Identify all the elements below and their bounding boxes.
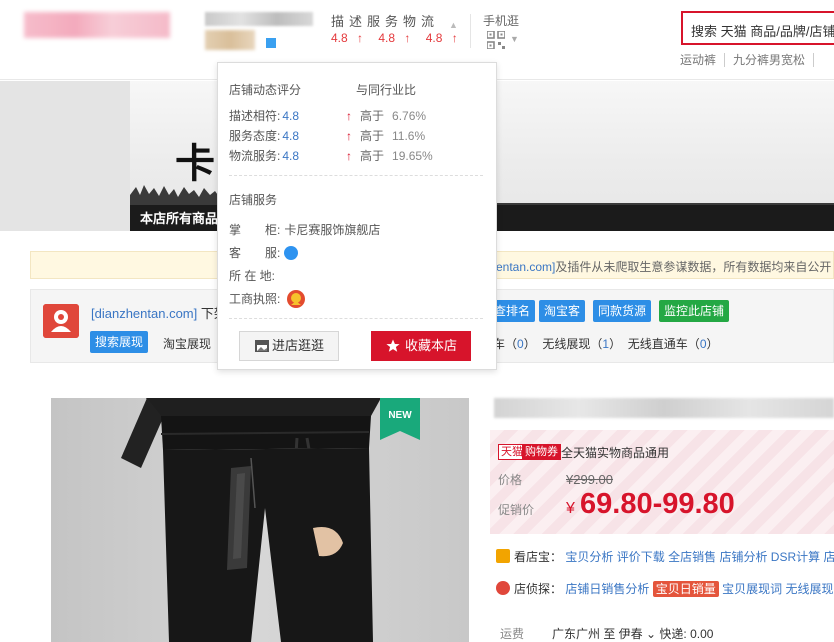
star-icon — [386, 339, 400, 352]
dsr-score-logistics: 4.8 ↑ — [425, 31, 458, 45]
arrow-up-icon: ↑ — [401, 31, 411, 45]
same-source-button[interactable]: 同款货源 — [593, 300, 652, 322]
kandianbao-icon — [496, 549, 510, 563]
monitor-store-button[interactable]: 监控此店铺 — [659, 300, 730, 322]
visit-store-button[interactable]: 进店逛逛 — [239, 331, 339, 361]
license-row: 工商执照: — [229, 289, 306, 309]
shipping-destination[interactable]: 广东广州 至 伊春 — [552, 627, 643, 641]
sale-price-label: 促销价 — [498, 503, 535, 517]
coupon-description: 全天猫实物商品通用 — [561, 446, 670, 460]
compare-row-service: ↑ 高于 11.6% — [346, 129, 426, 143]
rating-row-logistics: 物流服务: 4.8 — [229, 149, 300, 163]
taobao-exposure-label: 淘宝展现（ — [163, 337, 224, 351]
kandianbao-link[interactable]: 店铺分析 — [719, 550, 767, 564]
diandetective-link[interactable]: 无线展现 — [785, 582, 833, 596]
kandianbao-link[interactable]: 宝贝分析 — [565, 550, 613, 564]
plugin-logo-icon[interactable] — [43, 304, 79, 338]
chevron-down-icon[interactable]: ▼ — [510, 34, 519, 44]
mobile-browse-label[interactable]: 手机逛 — [483, 12, 519, 29]
daily-sales-link[interactable]: 宝贝日销量 — [652, 581, 719, 597]
customer-service-row: 客 服: — [229, 244, 299, 261]
product-title-blurred[interactable] — [494, 398, 834, 418]
diandetective-link[interactable]: 店铺日销售分析 — [565, 582, 649, 596]
arrow-up-icon: ↑ — [346, 109, 352, 123]
hot-search-links: 运动裤 九分裤男宽松 — [680, 51, 822, 68]
search-input[interactable]: 搜索 天猫 商品/品牌/店铺 — [681, 11, 834, 45]
shopkeeper-row: 掌 柜: 卡尼赛服饰旗舰店 — [229, 223, 381, 237]
shipping-label: 运费 — [500, 627, 525, 641]
divider — [470, 14, 471, 48]
chevron-down-icon[interactable]: ⌄ — [643, 627, 660, 641]
qr-code-icon[interactable] — [487, 31, 505, 49]
store-service-heading: 店铺服务 — [229, 193, 278, 207]
plugin-site-link[interactable]: [dianzhentan.com] 下架 — [91, 303, 227, 322]
diandetective-row: 店侦探： 店铺日销售分析 宝贝日销量 宝贝展现词 无线展现 — [496, 580, 833, 597]
diandetective-link[interactable]: 宝贝展现词 — [722, 582, 782, 596]
price-label: 价格 — [498, 473, 523, 487]
shop-level-icon — [266, 38, 276, 48]
arrow-up-icon: ↑ — [448, 31, 458, 45]
arrow-up-icon: ↑ — [346, 129, 352, 143]
location-row: 所 在 地: — [229, 269, 276, 283]
wangwang-chat-icon[interactable] — [284, 246, 299, 260]
business-license-icon[interactable] — [286, 289, 306, 309]
rating-row-service: 服务态度: 4.8 — [229, 129, 300, 143]
industry-compare-heading: 与同行业比 — [356, 83, 417, 97]
dsr-popup-heading: 店铺动态评分 — [229, 83, 302, 97]
hot-link[interactable]: 九分裤男宽松 — [733, 53, 815, 67]
sale-price: 69.80-99.80 — [580, 488, 735, 520]
shopkeeper-link[interactable]: 卡尼赛服饰旗舰店 — [284, 223, 380, 237]
kandianbao-link[interactable]: 评价下载 — [617, 550, 665, 564]
store-logo[interactable] — [24, 12, 170, 38]
shop-badge-blurred — [205, 30, 255, 50]
coupon-tag[interactable]: 购物券 — [522, 444, 561, 460]
caret-up-icon[interactable]: ▲ — [449, 20, 458, 30]
banner-caption: 本店所有商品 — [140, 211, 219, 226]
compare-row-logistics: ↑ 高于 19.65% — [346, 149, 433, 163]
taobaoke-button[interactable]: 淘宝客 — [539, 300, 586, 322]
shipping-row: 运费 广东广州 至 伊春 ⌄ 快递: 0.00 — [500, 625, 713, 642]
kandianbao-link[interactable]: 全店销售 — [668, 550, 716, 564]
dsr-scores[interactable]: 4.8 ↑ 4.8 ↑ 4.8 ↑ — [331, 31, 470, 45]
arrow-up-icon: ↑ — [353, 31, 364, 45]
rating-row-desc: 描述相符: 4.8 — [229, 109, 300, 123]
new-badge-label: NEW — [388, 410, 412, 421]
dsr-score-service: 4.8 ↑ — [378, 31, 411, 45]
kandianbao-link[interactable]: DSR计算 — [771, 550, 820, 564]
original-price: ¥299.00 — [566, 472, 613, 487]
store-rating-popup: 店铺动态评分 与同行业比 描述相符: 4.8 ↑ 高于 6.76% 服务态度: 4.8 … — [217, 62, 497, 370]
hot-link[interactable]: 运动裤 — [680, 53, 726, 67]
search-placeholder: 搜索 天猫 商品/品牌/店铺 — [691, 24, 834, 39]
shipping-fee: 快递: 0.00 — [659, 627, 714, 641]
divider — [229, 175, 483, 176]
favorite-store-button[interactable]: 收藏本店 — [371, 331, 471, 361]
divider — [229, 318, 483, 319]
search-show-button[interactable]: 搜索展现 — [90, 331, 149, 353]
compare-row-desc: ↑ 高于 6.76% — [346, 109, 427, 123]
price-panel: 天猫 购物券 全天猫实物商品通用 价格 ¥299.00 促销价 ¥ 69.80-… — [490, 430, 834, 534]
shop-name-blurred[interactable] — [205, 12, 313, 26]
store-icon — [255, 340, 269, 352]
dsr-heading[interactable]: 描述服务物流 — [331, 11, 439, 30]
arrow-up-icon: ↑ — [346, 149, 352, 163]
kandianbao-row: 看店宝： 宝贝分析 评价下载 全店销售 店铺分析 DSR计算 店 — [496, 548, 834, 565]
exposure-stats: 车（0） 无线展现（1） 无线直通车（0） — [493, 337, 719, 351]
dsr-score-desc: 4.8 ↑ — [331, 31, 364, 45]
new-badge: NEW — [380, 398, 420, 440]
notice-domain[interactable]: entan.com] — [496, 260, 555, 274]
kandianbao-link[interactable]: 店 — [823, 550, 834, 564]
notice-text: entan.com]及插件从未爬取生意参谋数据，所有数据均来自公开 — [496, 260, 832, 274]
currency-symbol: ¥ — [566, 500, 575, 517]
diandetective-icon — [496, 581, 510, 595]
